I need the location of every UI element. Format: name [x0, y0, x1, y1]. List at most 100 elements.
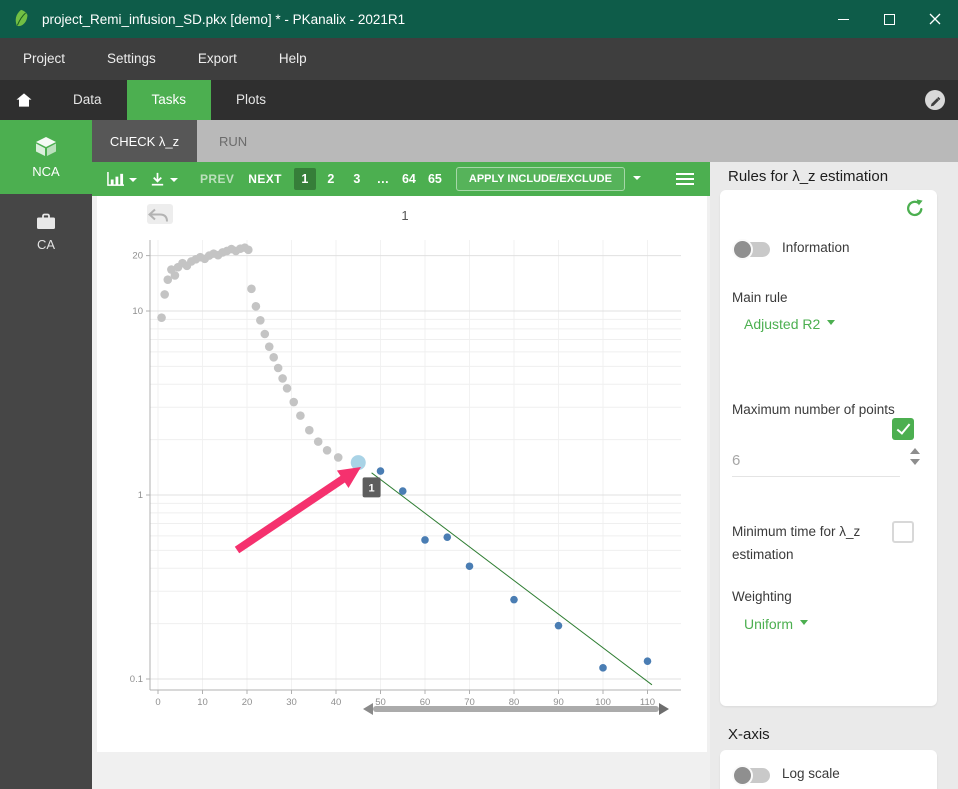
page-number-button[interactable]: 64 [398, 168, 420, 190]
data-point[interactable] [599, 664, 607, 672]
page-number-button[interactable]: 2 [320, 168, 342, 190]
settings-panel: Rules for λ_z estimation Information Mai… [710, 162, 958, 789]
data-point[interactable] [244, 245, 253, 255]
menu-project[interactable]: Project [2, 38, 86, 80]
page-number-button[interactable]: 65 [424, 168, 446, 190]
max-points-checkbox[interactable] [892, 418, 914, 440]
undo-zoom-button[interactable] [147, 204, 173, 224]
toggle-knob [732, 239, 753, 260]
tab-plots[interactable]: Plots [211, 80, 291, 120]
data-point[interactable] [251, 302, 261, 311]
data-point[interactable] [510, 595, 518, 604]
subtab-check-lambda-z[interactable]: CHECK λ_z [92, 120, 197, 162]
window-title: project_Remi_infusion_SD.pkx [demo] * - … [42, 11, 406, 27]
export-dropdown[interactable] [149, 171, 178, 188]
maximize-icon [883, 13, 895, 25]
title-bar: project_Remi_infusion_SD.pkx [demo] * - … [0, 0, 958, 38]
data-point[interactable] [465, 562, 474, 571]
maximize-button[interactable] [866, 0, 912, 38]
data-point[interactable] [160, 290, 169, 299]
data-point[interactable] [376, 467, 385, 475]
menu-export[interactable]: Export [177, 38, 258, 80]
svg-text:10: 10 [197, 697, 208, 708]
feedback-pen-icon[interactable] [924, 89, 946, 111]
information-label: Information [782, 240, 850, 255]
data-point[interactable] [157, 313, 166, 322]
weighting-select[interactable]: Uniform [744, 616, 808, 632]
data-point[interactable] [322, 445, 332, 455]
task-subtabs: CHECK λ_z RUN [92, 120, 958, 162]
home-button[interactable] [0, 80, 48, 120]
annotation-arrow [234, 467, 361, 554]
menu-settings[interactable]: Settings [86, 38, 177, 80]
open-box-icon [36, 137, 56, 156]
data-point[interactable] [554, 621, 563, 630]
svg-text:30: 30 [286, 697, 297, 708]
main-rule-select[interactable]: Adjusted R2 [744, 316, 835, 332]
data-point[interactable] [313, 437, 323, 446]
subtab-run[interactable]: RUN [197, 120, 269, 162]
data-point[interactable] [256, 316, 265, 325]
lambda-z-regression-line [371, 472, 653, 686]
sidebar-item-nca[interactable]: NCA [0, 120, 92, 194]
menu-help[interactable]: Help [258, 38, 328, 80]
pkanalix-leaf-icon [15, 9, 28, 27]
svg-text:1: 1 [138, 490, 143, 501]
page-number-button[interactable]: 3 [346, 168, 368, 190]
data-point[interactable] [305, 425, 314, 435]
tab-tasks[interactable]: Tasks [126, 80, 212, 120]
max-points-stepper[interactable] [910, 448, 920, 465]
sidebar-item-ca[interactable]: CA [0, 194, 92, 268]
sidebar-item-label: NCA [32, 164, 60, 179]
plot-type-dropdown[interactable] [106, 171, 137, 188]
data-point[interactable] [260, 329, 270, 339]
data-point[interactable] [443, 533, 452, 541]
data-point[interactable] [273, 363, 283, 373]
log-scale-toggle[interactable] [732, 765, 770, 786]
data-point[interactable] [282, 384, 292, 393]
data-point[interactable] [333, 453, 343, 462]
apply-options-chevron-icon[interactable] [632, 176, 641, 184]
home-icon [16, 93, 32, 107]
rules-panel-title: Rules for λ_z estimation [728, 168, 889, 185]
next-page-button[interactable]: NEXT [248, 172, 282, 186]
data-point[interactable] [296, 411, 305, 420]
max-points-input[interactable]: 6 [732, 452, 740, 469]
lambda-z-plot[interactable]: 0 10 20 30 40 50 60 70 80 90 100 110201010.111 [97, 196, 707, 752]
data-point[interactable] [289, 397, 299, 407]
stepper-down-icon[interactable] [910, 459, 920, 465]
case-icon [37, 213, 55, 229]
min-time-checkbox[interactable] [892, 521, 914, 543]
data-point[interactable] [264, 342, 274, 351]
minimize-icon [837, 18, 849, 20]
nav-bar: Data Tasks Plots [0, 80, 958, 120]
reset-icon[interactable] [905, 198, 925, 218]
series-excluded-points [157, 243, 343, 462]
close-button[interactable] [912, 0, 958, 38]
minimize-button[interactable] [820, 0, 866, 38]
page-number-button[interactable]: 1 [293, 168, 316, 190]
plot-menu-button[interactable] [676, 170, 694, 188]
data-point[interactable] [278, 374, 287, 383]
download-icon [151, 172, 164, 186]
stepper-up-icon[interactable] [910, 448, 920, 454]
main-rule-label: Main rule [732, 290, 788, 305]
data-point[interactable] [247, 284, 256, 294]
data-point[interactable] [170, 271, 180, 280]
data-point[interactable] [421, 536, 429, 544]
apply-include-exclude-button[interactable]: APPLY INCLUDE/EXCLUDE [455, 167, 625, 191]
log-scale-label: Log scale [782, 766, 840, 781]
close-icon [929, 13, 941, 25]
data-point[interactable] [398, 487, 407, 495]
svg-text:20: 20 [242, 697, 253, 708]
data-point[interactable] [269, 353, 278, 362]
rules-card: Information Main rule Adjusted R2 Maximu… [720, 190, 937, 706]
svg-text:40: 40 [331, 697, 342, 708]
prev-page-button[interactable]: PREV [200, 172, 234, 186]
data-point[interactable] [643, 657, 652, 665]
chevron-down-icon [129, 178, 137, 186]
chevron-down-icon [170, 178, 178, 186]
page-ellipsis: … [376, 172, 390, 186]
tab-data[interactable]: Data [48, 80, 127, 120]
information-toggle[interactable] [732, 239, 770, 260]
